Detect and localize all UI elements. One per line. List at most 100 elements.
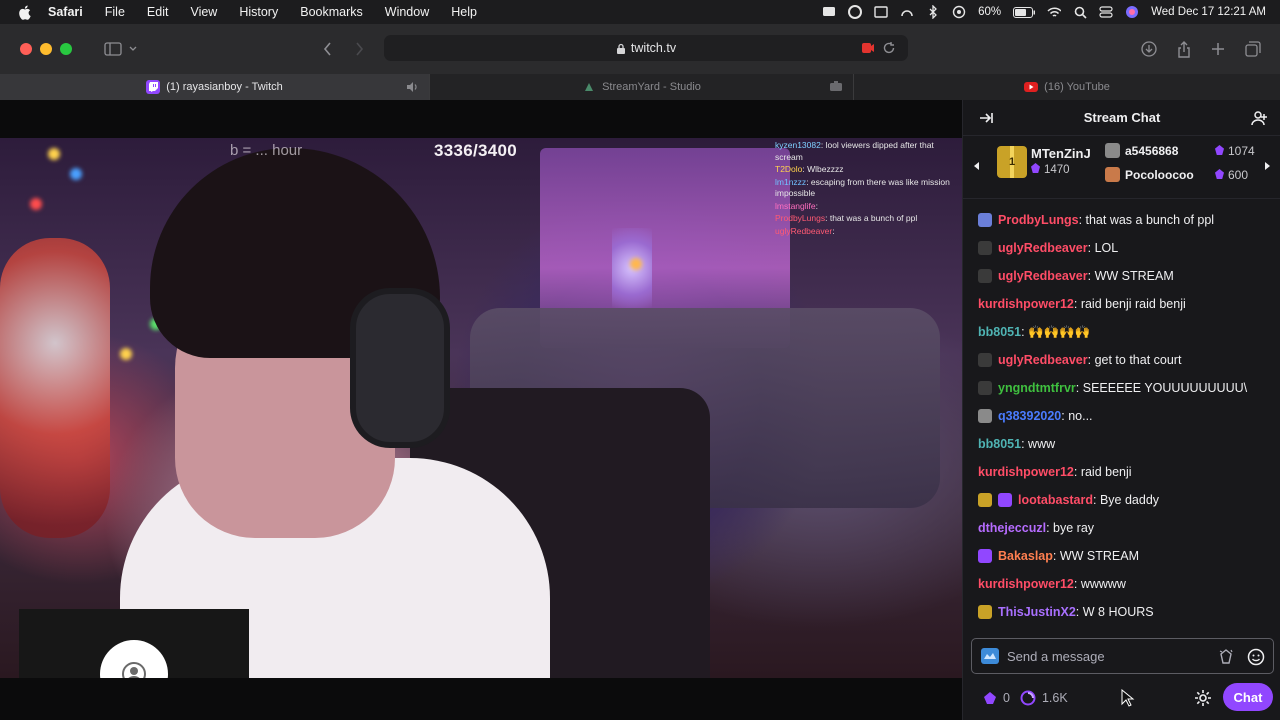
menu-app-safari[interactable]: Safari	[48, 5, 83, 19]
stream-video[interactable]: b = ... hour 3336/3400 kyzen13082: lool …	[0, 138, 962, 678]
overlay-chat-line: ProdbyLungs: that was a bunch of ppl	[775, 213, 918, 223]
share-icon[interactable]	[1171, 38, 1197, 60]
search-icon[interactable]	[1073, 5, 1087, 19]
window-controls	[20, 43, 72, 55]
tab-label: StreamYard - Studio	[602, 81, 701, 93]
chat-message[interactable]: q38392020: no...	[963, 402, 1280, 430]
christmas-light	[48, 148, 60, 160]
chat-input-box[interactable]	[971, 638, 1274, 674]
wifi-icon[interactable]	[1047, 5, 1062, 19]
chat-message[interactable]: uglyRedbeaver: get to that court	[963, 346, 1280, 374]
video-player[interactable]: b = ... hour 3336/3400 kyzen13082: lool …	[0, 100, 962, 720]
tab-overview-icon[interactable]	[1240, 38, 1266, 60]
chat-message[interactable]: kurdishpower12: raid benji raid benji	[963, 290, 1280, 318]
menu-file[interactable]: File	[105, 5, 125, 19]
tab-twitch[interactable]: (1) rayasianboy - Twitch	[0, 74, 430, 100]
badge-icon	[998, 493, 1012, 507]
chat-message[interactable]: dthejeccuzl: bye ray	[963, 514, 1280, 542]
forward-icon[interactable]	[346, 38, 372, 60]
bits-icon	[984, 692, 996, 704]
recording-icon[interactable]	[862, 42, 874, 54]
chat-message[interactable]: bb8051: www	[963, 430, 1280, 458]
reload-icon[interactable]	[882, 41, 896, 55]
badge-icon[interactable]	[981, 648, 999, 664]
sidebar-chevron-down-icon[interactable]	[126, 38, 140, 60]
christmas-light	[630, 258, 642, 270]
sidebar-toggle-icon[interactable]	[100, 38, 126, 60]
community-icon[interactable]	[1251, 109, 1269, 127]
overlay-goal-label: b = ... hour	[230, 142, 303, 159]
headset	[350, 288, 450, 448]
clock[interactable]: Wed Dec 17 12:21 AM	[1151, 6, 1266, 18]
leaderboard-entry[interactable]: a5456868 1074	[1105, 143, 1255, 158]
new-tab-icon[interactable]	[1205, 38, 1231, 60]
chat-message[interactable]: yngndtmtfrvr: SEEEEEE YOUUUUUUUUU\	[963, 374, 1280, 402]
menu-edit[interactable]: Edit	[147, 5, 169, 19]
camera-icon[interactable]	[829, 80, 843, 94]
chat-message[interactable]: uglyRedbeaver: LOL	[963, 234, 1280, 262]
overlay-chat-line: T2Dolo: Wlbezzzz	[775, 164, 844, 174]
cast-icon[interactable]	[900, 5, 914, 19]
siri-icon[interactable]	[1125, 5, 1139, 19]
chat-message[interactable]: ThisJustinX2: W 8 HOURS	[963, 598, 1280, 626]
leaderboard-top-score: 1470	[1031, 163, 1070, 176]
menu-history[interactable]: History	[239, 5, 278, 19]
youtube-icon	[1024, 80, 1039, 94]
zoom-window-button[interactable]	[60, 43, 72, 55]
menu-view[interactable]: View	[190, 5, 217, 19]
chat-message[interactable]: ProdbyLungs: that was a bunch of ppl	[963, 206, 1280, 234]
leaderboard-top-name[interactable]: MTenZinJ	[1031, 146, 1091, 161]
bits-icon	[1215, 144, 1224, 155]
bluetooth-icon[interactable]	[926, 5, 940, 19]
tab-label: (16) YouTube	[1044, 81, 1110, 93]
chat-message[interactable]: uglyRedbeaver: WW STREAM	[963, 262, 1280, 290]
control-center-icon[interactable]	[1099, 5, 1113, 19]
overlay-chat-line: kyzen13082: lool viewers dipped after th…	[775, 140, 934, 162]
menu-window[interactable]: Window	[385, 5, 429, 19]
user-icon	[122, 662, 146, 678]
apple-icon[interactable]	[18, 4, 34, 20]
record-icon[interactable]	[952, 5, 966, 19]
chat-message[interactable]: kurdishpower12: raid benji	[963, 458, 1280, 486]
gift-badge-icon	[1105, 167, 1120, 182]
chat-message[interactable]: lootabastard: Bye daddy	[963, 486, 1280, 514]
screen-share-icon[interactable]	[822, 5, 836, 19]
back-icon[interactable]	[314, 38, 340, 60]
channel-points-icon	[1020, 690, 1036, 706]
menu-bar: Safari File Edit View History Bookmarks …	[0, 0, 1280, 24]
close-window-button[interactable]	[20, 43, 32, 55]
url-text: twitch.tv	[630, 41, 677, 55]
chat-message[interactable]: Bakaslap: WW STREAM	[963, 542, 1280, 570]
emote-picker-icon[interactable]	[1247, 648, 1265, 666]
address-bar[interactable]: twitch.tv	[384, 35, 908, 61]
chat-message-list[interactable]: ProdbyLungs: that was a bunch of ppl ugl…	[963, 206, 1280, 626]
minimize-window-button[interactable]	[40, 43, 52, 55]
chat-input[interactable]	[1007, 648, 1207, 664]
collapse-chat-icon[interactable]	[978, 110, 994, 126]
bits-cheer-icon[interactable]	[1217, 648, 1235, 666]
leaderboard-entry[interactable]: Pocoloocoo 600	[1105, 167, 1248, 182]
window-icon[interactable]	[874, 5, 888, 19]
chat-settings-icon[interactable]	[1193, 688, 1213, 708]
badge-icon	[978, 241, 992, 255]
overlay-chat-line: lmstanglife:	[775, 200, 819, 211]
badge-icon	[978, 381, 992, 395]
tab-label: (1) rayasianboy - Twitch	[166, 81, 283, 93]
leaderboard-prev-icon[interactable]	[971, 159, 983, 173]
chat-message[interactable]: kurdishpower12: wwwww	[963, 570, 1280, 598]
channel-points[interactable]: 0 1.6K	[983, 690, 1068, 706]
bits-count: 0	[1003, 691, 1010, 705]
send-chat-button[interactable]: Chat	[1223, 683, 1273, 711]
downloads-icon[interactable]	[1136, 38, 1162, 60]
grammarly-icon[interactable]	[848, 5, 863, 19]
menu-bookmarks[interactable]: Bookmarks	[300, 5, 363, 19]
menu-help[interactable]: Help	[451, 5, 477, 19]
chat-message[interactable]: bb8051: 🙌🙌🙌🙌	[963, 318, 1280, 346]
tab-youtube[interactable]: (16) YouTube	[854, 74, 1280, 100]
santa-decoration	[0, 238, 110, 538]
speaker-icon[interactable]	[405, 80, 419, 94]
streamyard-icon	[582, 80, 596, 94]
leaderboard-next-icon[interactable]	[1263, 159, 1275, 173]
battery-icon[interactable]	[1013, 5, 1036, 19]
tab-streamyard[interactable]: StreamYard - Studio	[430, 74, 854, 100]
